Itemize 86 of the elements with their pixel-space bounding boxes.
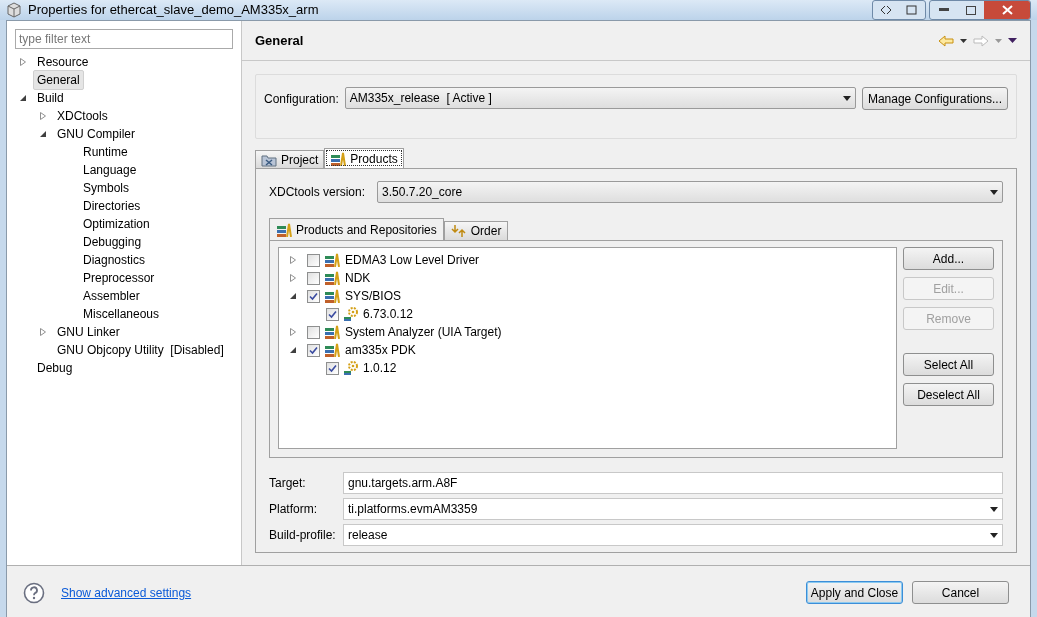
field-label: Build-profile: bbox=[269, 527, 337, 544]
tree-item[interactable]: Preprocessor bbox=[79, 268, 159, 288]
field-label: Platform: bbox=[269, 501, 318, 518]
expanded-arrow-icon[interactable] bbox=[289, 346, 297, 354]
expanded-arrow-icon[interactable] bbox=[289, 292, 297, 300]
tab[interactable]: Order bbox=[443, 221, 509, 240]
gear-icon bbox=[343, 306, 359, 322]
dropdown-arrow-icon bbox=[990, 189, 998, 195]
dropdown-field[interactable]: ti.platforms.evmAM3359 bbox=[343, 498, 1003, 520]
checkbox[interactable] bbox=[326, 361, 339, 375]
books-icon bbox=[330, 151, 347, 166]
caret-icon[interactable] bbox=[960, 38, 967, 43]
checkbox[interactable] bbox=[307, 253, 320, 267]
tree-item[interactable]: General bbox=[33, 70, 84, 90]
field-label: Target: bbox=[269, 475, 307, 492]
books-icon bbox=[324, 325, 340, 339]
tab[interactable]: Project bbox=[255, 150, 325, 168]
checkbox[interactable] bbox=[307, 271, 320, 285]
dropdown-arrow-icon bbox=[990, 506, 998, 512]
books-icon bbox=[324, 253, 340, 267]
action-button[interactable]: Add... bbox=[903, 247, 994, 270]
tree-item[interactable]: Directories bbox=[79, 196, 145, 216]
collapsed-arrow-icon[interactable] bbox=[39, 112, 47, 120]
action-button[interactable]: Select All bbox=[903, 353, 994, 376]
folder-icon bbox=[261, 152, 277, 167]
manage-configurations-button[interactable]: Manage Configurations... bbox=[861, 87, 1008, 110]
tab[interactable]: Products and Repositories bbox=[269, 218, 444, 240]
configuration-dropdown[interactable]: AM335x_release [ Active ] bbox=[344, 87, 856, 109]
books-icon bbox=[324, 289, 340, 303]
tree-item[interactable]: Miscellaneous bbox=[79, 304, 164, 324]
product-name: SYS/BIOS bbox=[345, 288, 402, 305]
collapsed-arrow-icon[interactable] bbox=[19, 58, 27, 66]
books-icon bbox=[276, 222, 292, 237]
arrows-icon bbox=[450, 224, 467, 238]
checkbox[interactable] bbox=[307, 325, 320, 339]
page-title: General bbox=[255, 31, 304, 50]
tree-item[interactable]: Build bbox=[33, 88, 68, 108]
tree-item[interactable]: GNU Compiler bbox=[53, 124, 139, 144]
xdctools-dropdown[interactable]: 3.50.7.20_core bbox=[377, 181, 1003, 203]
tree-item[interactable]: Assembler bbox=[79, 286, 144, 306]
tree-item[interactable]: Language bbox=[79, 160, 141, 180]
product-name: System Analyzer (UIA Target) bbox=[345, 324, 502, 341]
books-icon bbox=[324, 343, 340, 357]
view-menu-icon[interactable] bbox=[1008, 38, 1017, 43]
gear-icon bbox=[343, 360, 359, 376]
show-advanced-settings-link[interactable]: Show advanced settings bbox=[61, 583, 192, 602]
tree-item[interactable]: Debug bbox=[33, 358, 77, 378]
help-icon[interactable] bbox=[23, 581, 45, 604]
collapsed-arrow-icon[interactable] bbox=[289, 274, 297, 282]
product-version: 6.73.0.12 bbox=[363, 306, 414, 323]
tree-item[interactable]: Optimization bbox=[79, 214, 154, 234]
tree-item[interactable]: XDCtools bbox=[53, 106, 112, 126]
dialog-button[interactable]: Apply and Close bbox=[806, 581, 903, 604]
collapsed-arrow-icon[interactable] bbox=[39, 328, 47, 336]
checkbox[interactable] bbox=[307, 289, 320, 303]
cube-icon bbox=[6, 2, 22, 18]
expanded-arrow-icon[interactable] bbox=[39, 130, 47, 138]
configuration-label: Configuration: bbox=[264, 91, 339, 108]
dropdown-arrow-icon bbox=[842, 95, 851, 101]
tree-item[interactable]: Diagnostics bbox=[79, 250, 150, 270]
tree-item[interactable]: GNU Objcopy Utility [Disabled] bbox=[53, 340, 228, 360]
product-name: NDK bbox=[345, 270, 371, 287]
dialog-button[interactable]: Cancel bbox=[912, 581, 1009, 604]
dropdown-arrow-icon bbox=[990, 532, 998, 538]
dropdown-field[interactable]: release bbox=[343, 524, 1003, 546]
window-title: Properties for ethercat_slave_demo_AM335x_arm bbox=[28, 1, 319, 20]
collapsed-arrow-icon[interactable] bbox=[289, 328, 297, 336]
checkbox[interactable] bbox=[326, 307, 339, 321]
books-icon bbox=[324, 271, 340, 285]
checkbox[interactable] bbox=[307, 343, 320, 357]
tree-item[interactable]: Symbols bbox=[79, 178, 133, 198]
filter-field[interactable]: type filter text bbox=[15, 29, 233, 49]
collapsed-arrow-icon[interactable] bbox=[289, 256, 297, 264]
tree-item[interactable]: Resource bbox=[33, 52, 93, 72]
text-field[interactable]: gnu.targets.arm.A8F bbox=[343, 472, 1003, 494]
tree-item[interactable]: Debugging bbox=[79, 232, 146, 252]
product-version: 1.0.12 bbox=[363, 360, 397, 377]
tree-item[interactable]: GNU Linker bbox=[53, 322, 124, 342]
product-name: EDMA3 Low Level Driver bbox=[345, 252, 480, 269]
action-button[interactable]: Deselect All bbox=[903, 383, 994, 406]
product-name: am335x PDK bbox=[345, 342, 416, 359]
tab[interactable]: Products bbox=[324, 148, 404, 168]
expanded-arrow-icon[interactable] bbox=[19, 94, 27, 102]
close-icon[interactable] bbox=[984, 1, 1030, 19]
tree-item[interactable]: Runtime bbox=[79, 142, 132, 162]
xdctools-label: XDCtools version: bbox=[269, 184, 366, 201]
